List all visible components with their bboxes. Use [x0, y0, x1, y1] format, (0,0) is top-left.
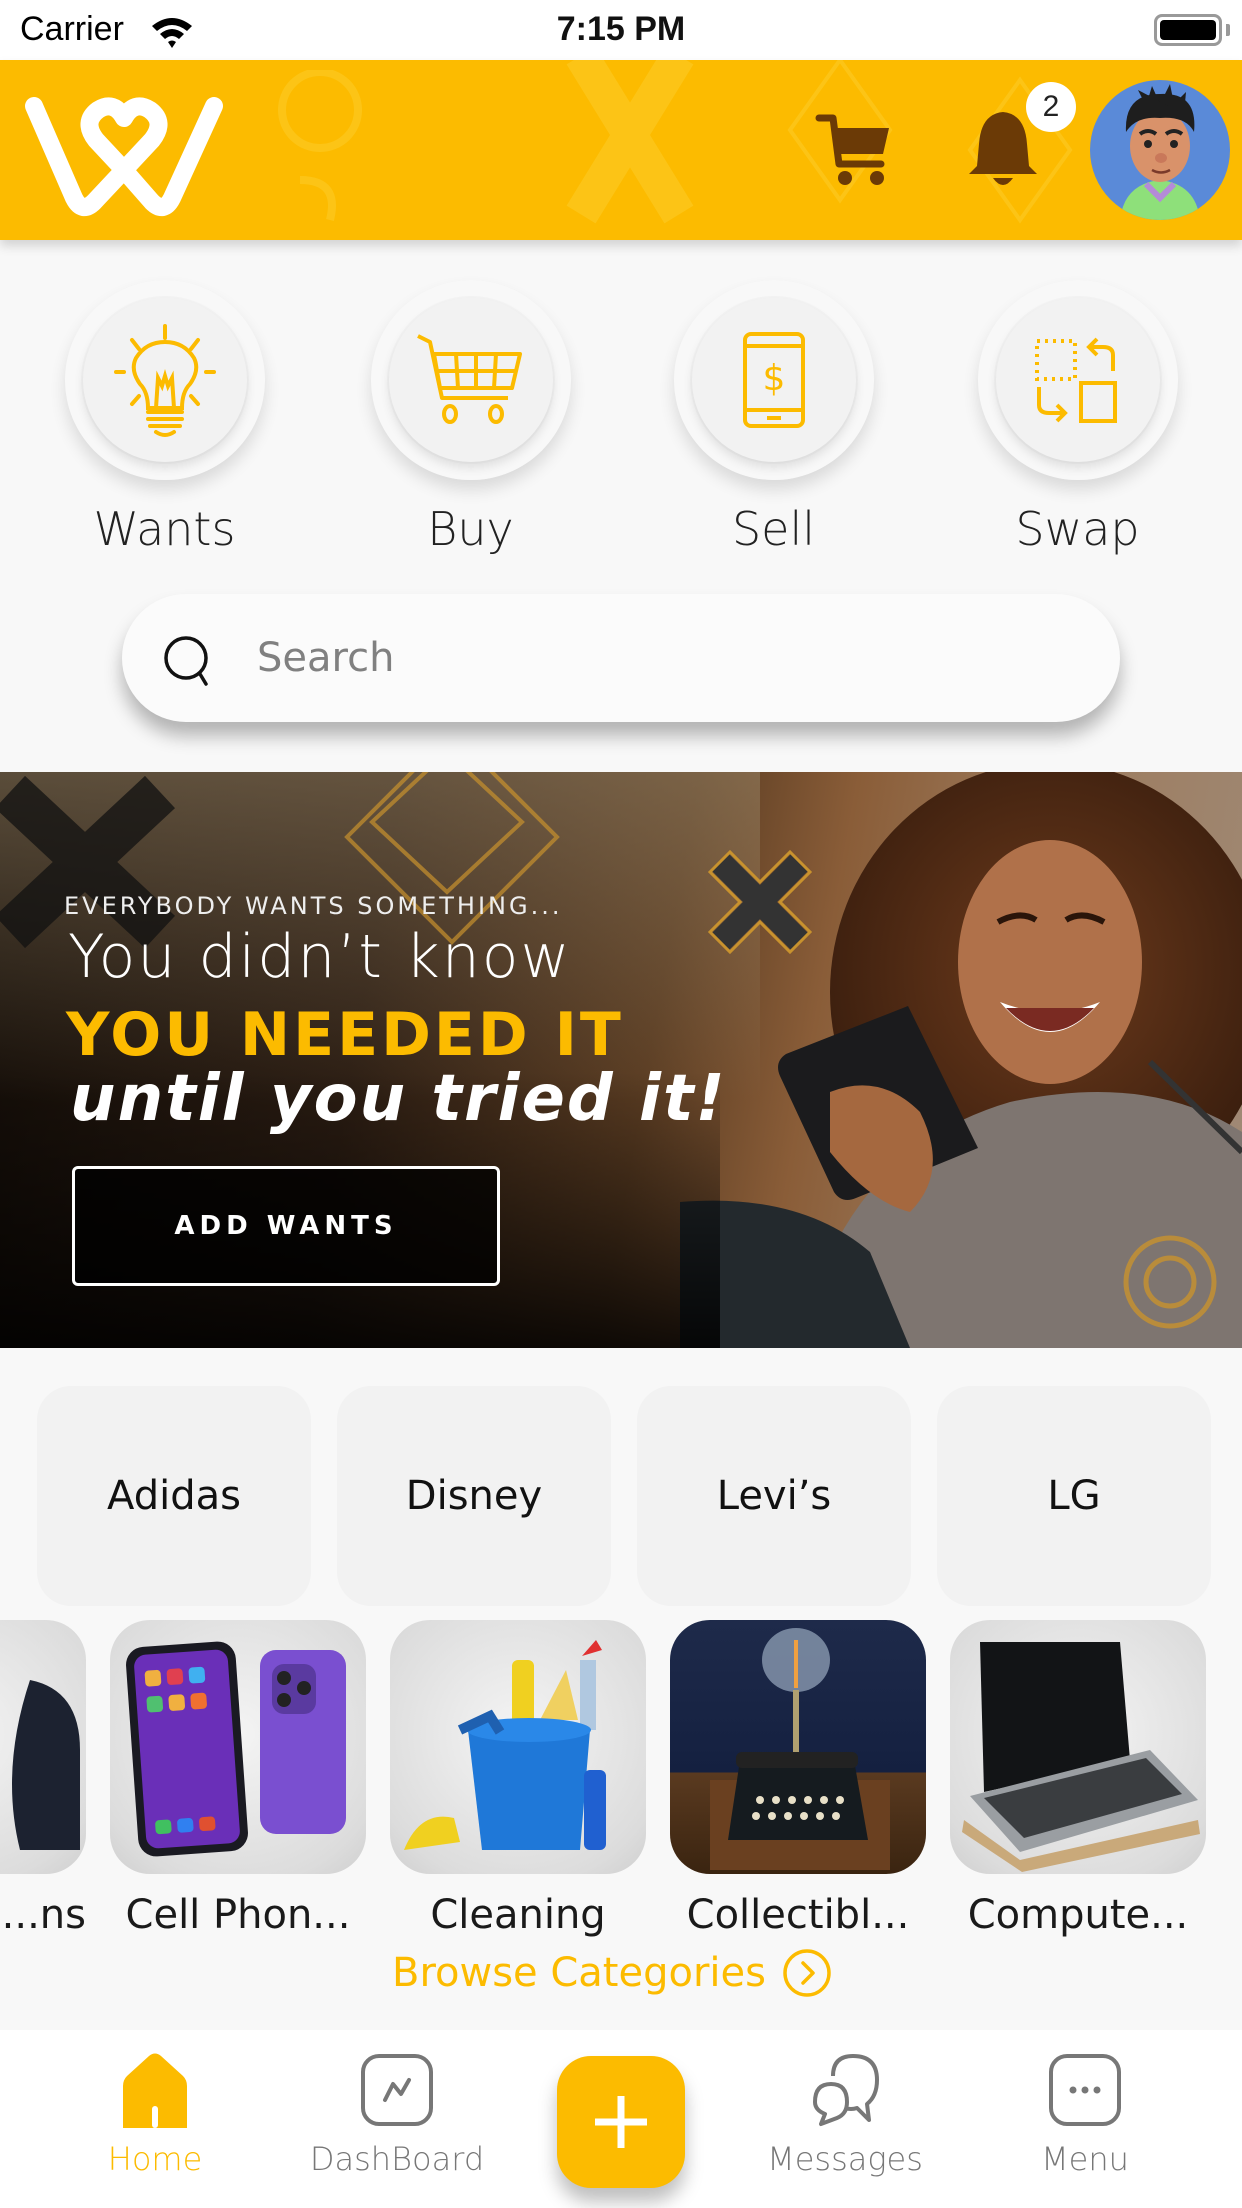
add-button[interactable]	[557, 2056, 685, 2188]
app-header: 2	[0, 60, 1242, 240]
quick-action-circle	[370, 280, 571, 480]
messages-icon	[813, 2054, 879, 2126]
menu-dots-icon	[1049, 2054, 1121, 2126]
banner-kicker: EVERYBODY WANTS SOMETHING...	[64, 892, 563, 920]
search-bar[interactable]	[122, 594, 1120, 722]
category-item[interactable]: Compute...	[950, 1620, 1206, 1938]
tab-label: Messages	[767, 2140, 923, 2178]
quick-action-wants[interactable]: Wants	[62, 280, 267, 556]
camera-photo	[12, 1680, 80, 1850]
quick-action-label: Wants	[93, 502, 236, 556]
avatar[interactable]	[1090, 80, 1230, 220]
category-image-cell-phones	[110, 1620, 366, 1874]
tab-home[interactable]: Home	[55, 2052, 255, 2178]
brand-card[interactable]: Adidas	[37, 1386, 311, 1606]
wants-logo[interactable]	[22, 90, 227, 220]
quick-action-circle	[977, 280, 1178, 480]
status-bar: Carrier 7:15 PM	[0, 0, 1242, 60]
swap-icon	[1034, 337, 1117, 423]
quick-action-label: Swap	[1015, 502, 1140, 556]
tab-messages[interactable]: Messages	[745, 2052, 945, 2178]
promo-banner[interactable]: EVERYBODY WANTS SOMETHING... You didn’t …	[0, 772, 1242, 1348]
typewriter-lamp-photo	[710, 1628, 890, 1870]
phone-dollar-icon: $	[742, 332, 805, 428]
clock: 7:15 PM	[556, 10, 686, 48]
x-decoration	[707, 849, 813, 955]
bottom-tab-bar: Home DashBoard Messages Menu	[0, 2030, 1242, 2208]
browse-categories-link[interactable]: Browse Categories	[392, 1948, 832, 1998]
home-icon	[123, 2053, 187, 2128]
category-item[interactable]: Cleaning	[390, 1620, 646, 1938]
battery-cap	[1226, 24, 1230, 36]
category-image-camera	[0, 1620, 86, 1874]
category-image-collectibles	[670, 1620, 926, 1874]
category-label: Compute...	[967, 1892, 1189, 1938]
banner-headline-3: until you tried it!	[70, 1062, 727, 1136]
header-decoration	[278, 70, 362, 221]
category-image-cleaning	[390, 1620, 646, 1874]
plus-icon	[595, 2096, 647, 2148]
banner-headline-2: YOU NEEDED IT	[66, 1000, 624, 1070]
chevron-right-circle-icon	[783, 1949, 831, 1997]
cell-phones-photo	[126, 1641, 346, 1857]
tab-label: Menu	[1041, 2140, 1129, 2178]
quick-action-buy[interactable]: Buy	[368, 280, 573, 556]
brand-card[interactable]: LG	[937, 1386, 1211, 1606]
category-item[interactable]: Cell Phon...	[110, 1620, 366, 1938]
quick-action-circle	[64, 280, 265, 480]
category-item[interactable]: ...ns	[0, 1620, 86, 1938]
laptop-photo	[962, 1642, 1200, 1872]
banner-headline-1: You didn’t know	[68, 922, 572, 992]
brand-card[interactable]: Disney	[337, 1386, 611, 1606]
category-label: Collectibl...	[686, 1892, 910, 1938]
quick-action-swap[interactable]: Swap	[975, 280, 1180, 556]
tab-label: Home	[107, 2140, 203, 2178]
category-label: ...ns	[1, 1892, 86, 1938]
tab-dashboard[interactable]: DashBoard	[297, 2052, 497, 2178]
notification-badge: 2	[1026, 82, 1076, 132]
header-decoration	[566, 60, 694, 224]
search-icon	[164, 636, 208, 686]
svg-text:$: $	[762, 358, 785, 399]
search-input[interactable]	[257, 620, 1077, 696]
lightbulb-icon	[113, 324, 216, 437]
avatar-illustration	[1120, 84, 1200, 220]
tab-menu[interactable]: Menu	[985, 2052, 1185, 2178]
shopping-cart-icon	[416, 334, 522, 424]
quick-action-circle: $	[673, 280, 874, 480]
browse-categories-label: Browse Categories	[392, 1950, 766, 1996]
category-image-computers	[950, 1620, 1206, 1874]
category-item[interactable]: Collectibl...	[670, 1620, 926, 1938]
quick-action-label: Sell	[731, 502, 816, 556]
dashboard-icon	[361, 2054, 433, 2126]
battery-icon	[1154, 14, 1222, 46]
cleaning-supplies-photo	[404, 1640, 606, 1850]
quick-action-sell[interactable]: $ Sell	[671, 280, 876, 556]
quick-action-label: Buy	[427, 502, 514, 556]
cart-icon[interactable]	[815, 110, 895, 190]
add-wants-button[interactable]: ADD WANTS	[72, 1166, 500, 1286]
category-label: Cleaning	[430, 1892, 606, 1938]
category-label: Cell Phon...	[125, 1892, 351, 1938]
brand-card[interactable]: Levi’s	[637, 1386, 911, 1606]
tab-label: DashBoard	[309, 2140, 485, 2178]
